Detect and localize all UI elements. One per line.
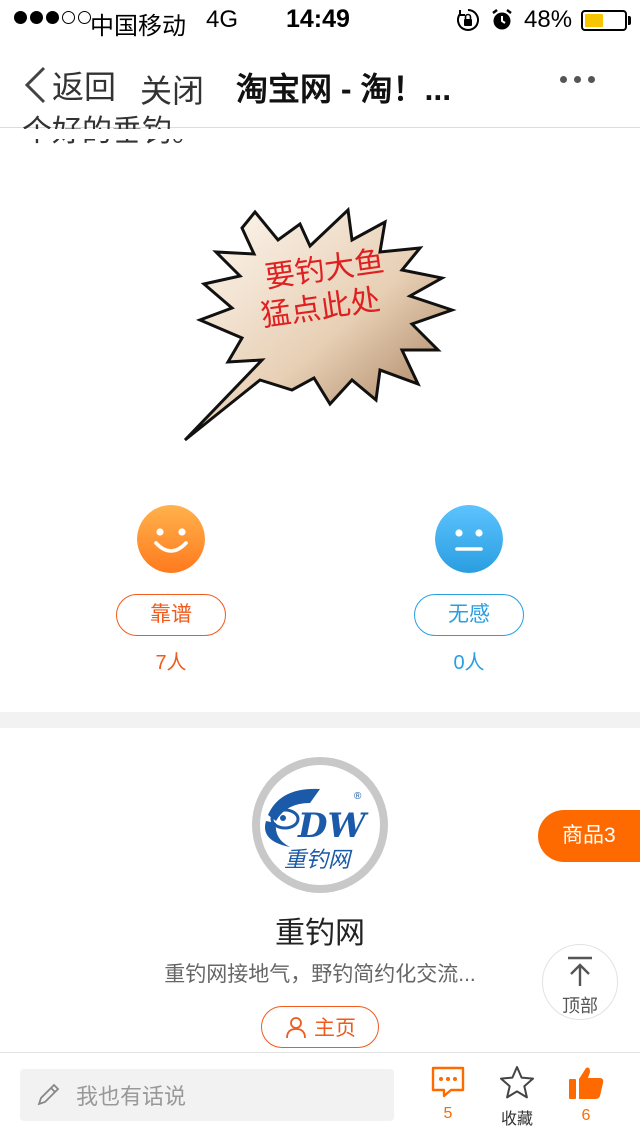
- svg-text:®: ®: [354, 791, 362, 802]
- comment-bubble-icon: [431, 1066, 465, 1098]
- like-button[interactable]: 6: [556, 1065, 616, 1125]
- alarm-clock-icon: [492, 9, 512, 30]
- comments-button[interactable]: 5: [418, 1065, 478, 1123]
- shop-logo[interactable]: DW ® 重钓网: [250, 755, 390, 895]
- favorite-button[interactable]: 收藏: [487, 1065, 547, 1129]
- status-bar: 中国移动 4G 14:49 48%: [0, 0, 640, 40]
- neutral-face-icon: [435, 505, 503, 573]
- battery-level-fill: [585, 14, 603, 27]
- comment-input[interactable]: 我也有话说: [20, 1069, 394, 1121]
- favorite-label: 收藏: [500, 1111, 533, 1128]
- page-title: 淘宝网 - 淘！...: [236, 71, 452, 107]
- speech-burst-image: 要钓大鱼 猛点此处: [183, 206, 457, 442]
- signal-dots-icon: [14, 11, 91, 24]
- section-divider: [0, 712, 640, 728]
- user-icon: [286, 1017, 306, 1039]
- shop-home-button[interactable]: 主页: [261, 1006, 379, 1048]
- goods-count-button[interactable]: 商品3: [538, 810, 640, 862]
- fishing-promo-banner[interactable]: 要钓大鱼 猛点此处: [180, 200, 470, 450]
- reliable-count: 7人: [155, 652, 187, 674]
- bottom-toolbar: 我也有话说 5 收藏 6: [0, 1052, 640, 1136]
- network-type: 4G: [206, 6, 239, 33]
- svg-text:DW: DW: [297, 806, 368, 846]
- pencil-icon: [37, 1083, 60, 1106]
- carrier-name: 中国移动: [90, 13, 186, 40]
- likes-count: 6: [581, 1107, 591, 1124]
- thumbs-up-icon: [569, 1067, 604, 1099]
- indifferent-button[interactable]: 无感: [414, 594, 524, 636]
- article-text-fragment: 个好的垂钓。: [22, 106, 202, 150]
- reaction-indifferent: 无感 0人: [399, 505, 539, 675]
- back-to-top-label: 顶部: [562, 996, 598, 1016]
- more-dots-icon[interactable]: [560, 76, 595, 83]
- rotation-lock-icon: [457, 9, 479, 31]
- indifferent-count: 0人: [453, 652, 485, 674]
- back-to-top-button[interactable]: 顶部: [542, 944, 618, 1020]
- reliable-button[interactable]: 靠谱: [116, 594, 226, 636]
- back-button[interactable]: 返回: [22, 62, 116, 108]
- back-label: 返回: [52, 69, 117, 105]
- comment-placeholder: 我也有话说: [76, 1084, 187, 1109]
- battery-tip: [628, 16, 631, 25]
- chevron-left-icon: [24, 66, 46, 104]
- logo-text: 重钓网: [284, 848, 353, 873]
- star-icon: [500, 1066, 534, 1099]
- home-label: 主页: [314, 1017, 356, 1040]
- reaction-reliable: 靠谱 7人: [101, 505, 241, 675]
- battery-icon: [581, 10, 627, 31]
- clock-time: 14:49: [286, 5, 350, 33]
- arrow-up-icon: [568, 956, 592, 986]
- smile-face-icon: [137, 505, 205, 573]
- shop-logo-image: DW ® 重钓网: [252, 757, 388, 893]
- battery-percent: 48%: [524, 6, 573, 33]
- comments-count: 5: [443, 1105, 453, 1122]
